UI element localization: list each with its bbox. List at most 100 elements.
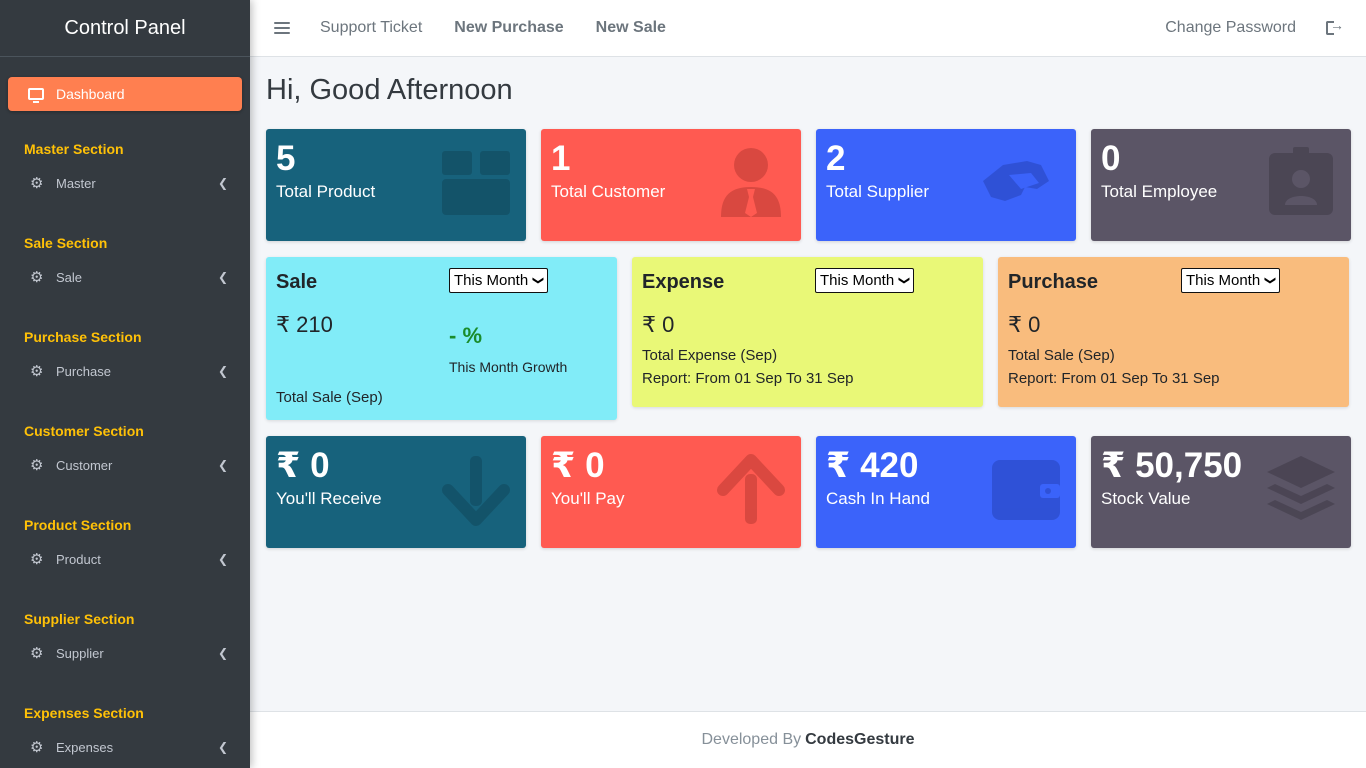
brand-title[interactable]: Control Panel — [0, 0, 250, 57]
chevron-left-icon: ❮ — [217, 646, 228, 660]
purchase-card: Purchase This Month ❯ ₹ 0 Total Sale (Se… — [998, 257, 1349, 407]
section-expenses: Expenses Section ⚙ Expenses ❮ — [8, 705, 242, 767]
gear-icon: ⚙ — [30, 738, 44, 756]
purchase-report-label: Report: From 01 Sep To 31 Sep — [1008, 370, 1220, 387]
sidebar-item-product[interactable]: ⚙ Product ❮ — [8, 539, 242, 579]
card-title: Sale — [276, 271, 318, 293]
purchase-amount: ₹ 0 — [1008, 312, 1041, 337]
sidebar-item-label: Purchase — [56, 363, 111, 379]
sale-card: Sale This Month ❯ ₹ 210 - % This Month G… — [266, 257, 617, 420]
sidebar-item-sale[interactable]: ⚙ Sale ❮ — [8, 257, 242, 297]
chevron-left-icon: ❮ — [217, 270, 228, 284]
stat-total-product[interactable]: 5 Total Product — [266, 129, 526, 241]
main-content: Hi, Good Afternoon 5 Total Product 1 Tot… — [266, 57, 1351, 548]
support-ticket-link[interactable]: Support Ticket — [320, 19, 422, 37]
section-title: Product Section — [24, 517, 132, 533]
section-title: Sale Section — [24, 235, 108, 251]
sidebar-item-label: Supplier — [56, 645, 104, 661]
expense-amount: ₹ 0 — [642, 312, 675, 337]
gear-icon: ⚙ — [30, 550, 44, 568]
section-title: Purchase Section — [24, 329, 142, 345]
page-title: Hi, Good Afternoon — [266, 74, 513, 106]
money-row: ₹ 0 You'll Receive ₹ 0 You'll Pay ₹ 420 … — [266, 436, 1351, 548]
chevron-left-icon: ❮ — [217, 458, 228, 472]
section-sale: Sale Section ⚙ Sale ❮ — [8, 235, 242, 297]
sidebar-item-label: Dashboard — [56, 86, 125, 102]
logout-icon[interactable] — [1326, 17, 1344, 35]
expense-report-label: Report: From 01 Sep To 31 Sep — [642, 370, 854, 387]
section-customer: Customer Section ⚙ Customer ❮ — [8, 423, 242, 485]
stat-cash-in-hand[interactable]: ₹ 420 Cash In Hand — [816, 436, 1076, 548]
card-title: Expense — [642, 271, 725, 293]
sale-total-label: Total Sale (Sep) — [276, 389, 383, 406]
footer-author[interactable]: CodesGesture — [805, 731, 914, 749]
stat-you-receive[interactable]: ₹ 0 You'll Receive — [266, 436, 526, 548]
layers-icon — [1267, 456, 1335, 520]
sidebar-nav: Dashboard Master Section ⚙ Master ❮ Sale… — [0, 57, 250, 767]
sidebar-item-supplier[interactable]: ⚙ Supplier ❮ — [8, 633, 242, 673]
footer-prefix: Developed By — [701, 731, 802, 748]
chevron-left-icon: ❮ — [217, 364, 228, 378]
stat-you-pay[interactable]: ₹ 0 You'll Pay — [541, 436, 801, 548]
section-title: Supplier Section — [24, 611, 135, 627]
stat-total-employee[interactable]: 0 Total Employee — [1091, 129, 1351, 241]
sidebar: Control Panel Dashboard Master Section ⚙… — [0, 0, 250, 768]
sidebar-item-expenses[interactable]: ⚙ Expenses ❮ — [8, 727, 242, 767]
wallet-icon — [992, 460, 1060, 520]
stat-total-supplier[interactable]: 2 Total Supplier — [816, 129, 1076, 241]
gear-icon: ⚙ — [30, 174, 44, 192]
gear-icon: ⚙ — [30, 456, 44, 474]
section-supplier: Supplier Section ⚙ Supplier ❮ — [8, 611, 242, 673]
change-password-link[interactable]: Change Password — [1165, 19, 1296, 37]
section-title: Master Section — [24, 141, 124, 157]
chevron-left-icon: ❮ — [217, 552, 228, 566]
stat-total-customer[interactable]: 1 Total Customer — [541, 129, 801, 241]
stats-row: 5 Total Product 1 Total Customer 2 Total… — [266, 129, 1351, 241]
purchase-period-select[interactable]: This Month ❯ — [1181, 268, 1281, 293]
sidebar-item-dashboard[interactable]: Dashboard — [8, 77, 242, 111]
arrow-down-icon — [442, 456, 510, 526]
stat-stock-value[interactable]: ₹ 50,750 Stock Value — [1091, 436, 1351, 548]
gear-icon: ⚙ — [30, 644, 44, 662]
section-master: Master Section ⚙ Master ❮ — [8, 141, 242, 203]
expense-card: Expense This Month ❯ ₹ 0 Total Expense (… — [632, 257, 983, 407]
select-value: This Month — [454, 272, 529, 289]
box-icon — [442, 151, 510, 215]
card-title: Purchase — [1008, 271, 1099, 293]
sidebar-item-label: Expenses — [56, 739, 114, 755]
gear-icon: ⚙ — [30, 268, 44, 286]
purchase-total-label: Total Sale (Sep) — [1008, 347, 1115, 364]
new-sale-link[interactable]: New Sale — [596, 19, 666, 37]
expense-total-label: Total Expense (Sep) — [642, 347, 778, 364]
growth-label: This Month Growth — [449, 359, 568, 375]
sidebar-item-label: Master — [56, 175, 96, 191]
section-title: Customer Section — [24, 423, 144, 439]
id-badge-icon — [1269, 147, 1333, 215]
sidebar-item-customer[interactable]: ⚙ Customer ❮ — [8, 445, 242, 485]
gear-icon: ⚙ — [30, 362, 44, 380]
handshake-icon — [983, 161, 1049, 201]
summary-row: Sale This Month ❯ ₹ 210 - % This Month G… — [266, 257, 1351, 420]
chevron-down-icon: ❯ — [898, 275, 911, 286]
footer: Developed By CodesGesture — [250, 711, 1366, 768]
chevron-down-icon: ❯ — [532, 275, 545, 286]
topbar: Support Ticket New Purchase New Sale Cha… — [250, 0, 1366, 57]
menu-toggle-icon[interactable] — [274, 22, 290, 34]
sidebar-item-label: Customer — [56, 457, 113, 473]
sidebar-item-label: Sale — [56, 269, 83, 285]
chevron-left-icon: ❮ — [217, 176, 228, 190]
section-title: Expenses Section — [24, 705, 144, 721]
sale-period-select[interactable]: This Month ❯ — [449, 268, 549, 293]
sidebar-item-purchase[interactable]: ⚙ Purchase ❮ — [8, 351, 242, 391]
chevron-down-icon: ❯ — [1264, 275, 1277, 286]
section-product: Product Section ⚙ Product ❮ — [8, 517, 242, 579]
section-purchase: Purchase Section ⚙ Purchase ❮ — [8, 329, 242, 391]
expense-period-select[interactable]: This Month ❯ — [815, 268, 915, 293]
chevron-left-icon: ❮ — [217, 740, 228, 754]
sale-amount: ₹ 210 — [276, 312, 333, 337]
sidebar-item-label: Product — [56, 551, 101, 567]
new-purchase-link[interactable]: New Purchase — [454, 19, 563, 37]
topbar-right: Change Password — [1165, 17, 1366, 37]
desktop-icon — [28, 88, 44, 103]
sidebar-item-master[interactable]: ⚙ Master ❮ — [8, 163, 242, 203]
